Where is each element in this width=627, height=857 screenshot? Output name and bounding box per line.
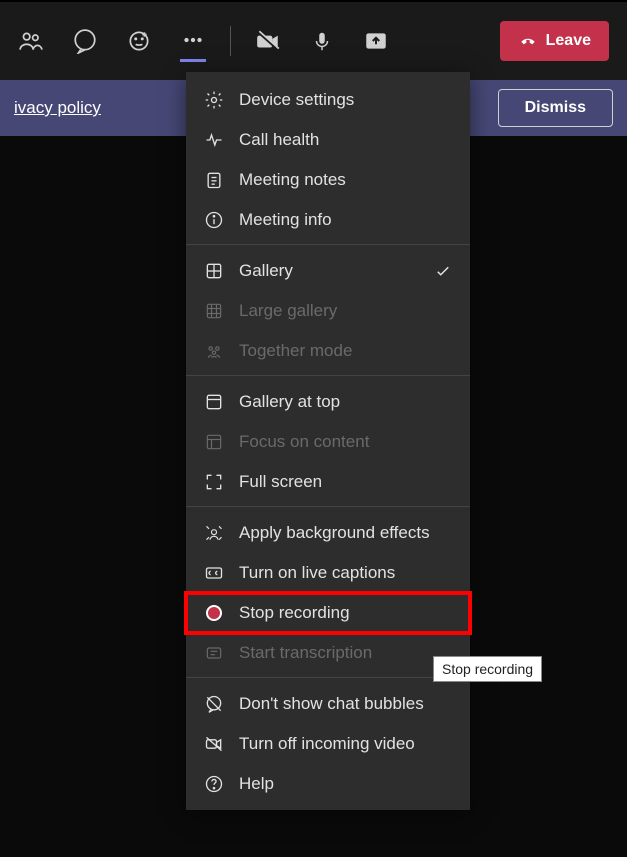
menu-dont-show-chat-bubbles[interactable]: Don't show chat bubbles (186, 684, 470, 724)
menu-label: Device settings (239, 90, 354, 110)
more-actions-icon[interactable] (180, 36, 206, 62)
dismiss-button[interactable]: Dismiss (498, 89, 613, 127)
captions-icon (204, 563, 224, 583)
transcription-icon (204, 643, 224, 663)
topbar-icons-media (255, 28, 389, 54)
menu-start-transcription: Start transcription (186, 633, 470, 678)
menu-apply-background-effects[interactable]: Apply background effects (186, 513, 470, 553)
fullscreen-icon (204, 472, 224, 492)
menu-label: Gallery (239, 261, 293, 281)
chat-off-icon (204, 694, 224, 714)
menu-label: Meeting notes (239, 170, 346, 190)
menu-label: Start transcription (239, 643, 372, 663)
menu-label: Meeting info (239, 210, 332, 230)
menu-meeting-notes[interactable]: Meeting notes (186, 160, 470, 200)
menu-label: Turn off incoming video (239, 734, 415, 754)
menu-turn-off-incoming-video[interactable]: Turn off incoming video (186, 724, 470, 764)
privacy-policy-link[interactable]: ivacy policy (14, 98, 101, 118)
menu-full-screen[interactable]: Full screen (186, 462, 470, 507)
menu-label: Full screen (239, 472, 322, 492)
menu-label: Don't show chat bubbles (239, 694, 424, 714)
share-screen-icon[interactable] (363, 28, 389, 54)
menu-label: Apply background effects (239, 523, 430, 543)
menu-label: Stop recording (239, 603, 350, 623)
people-icon[interactable] (18, 28, 44, 54)
menu-gallery[interactable]: Gallery (186, 251, 470, 291)
large-grid-icon (204, 301, 224, 321)
together-icon (204, 341, 224, 361)
menu-label: Call health (239, 130, 319, 150)
menu-label: Large gallery (239, 301, 337, 321)
menu-turn-on-live-captions[interactable]: Turn on live captions (186, 553, 470, 593)
menu-large-gallery: Large gallery (186, 291, 470, 331)
pulse-icon (204, 130, 224, 150)
info-icon (204, 210, 224, 230)
menu-meeting-info[interactable]: Meeting info (186, 200, 470, 245)
gear-icon (204, 90, 224, 110)
menu-call-health[interactable]: Call health (186, 120, 470, 160)
menu-stop-recording[interactable]: Stop recording (186, 593, 470, 633)
check-icon (434, 262, 452, 280)
help-icon (204, 774, 224, 794)
focus-icon (204, 432, 224, 452)
chat-icon[interactable] (72, 28, 98, 54)
menu-gallery-at-top[interactable]: Gallery at top (186, 382, 470, 422)
notes-icon (204, 170, 224, 190)
reactions-icon[interactable] (126, 28, 152, 54)
menu-help[interactable]: Help (186, 764, 470, 810)
grid-icon (204, 261, 224, 281)
menu-focus-on-content: Focus on content (186, 422, 470, 462)
menu-label: Focus on content (239, 432, 369, 452)
record-icon (204, 603, 224, 623)
camera-off-icon[interactable] (255, 28, 281, 54)
menu-device-settings[interactable]: Device settings (186, 80, 470, 120)
gallery-top-icon (204, 392, 224, 412)
menu-label: Turn on live captions (239, 563, 395, 583)
video-off-icon (204, 734, 224, 754)
toolbar-divider (230, 26, 231, 56)
menu-together-mode: Together mode (186, 331, 470, 376)
background-effects-icon (204, 523, 224, 543)
microphone-icon[interactable] (309, 28, 335, 54)
hangup-icon (518, 31, 538, 51)
menu-label: Together mode (239, 341, 352, 361)
tooltip-stop-recording: Stop recording (433, 656, 542, 682)
meeting-topbar: Leave (0, 0, 627, 80)
more-actions-menu: Device settings Call health Meeting note… (186, 72, 470, 810)
leave-label: Leave (546, 32, 591, 50)
leave-button[interactable]: Leave (500, 21, 609, 61)
menu-label: Gallery at top (239, 392, 340, 412)
topbar-icons-left (18, 28, 206, 54)
menu-label: Help (239, 774, 274, 794)
